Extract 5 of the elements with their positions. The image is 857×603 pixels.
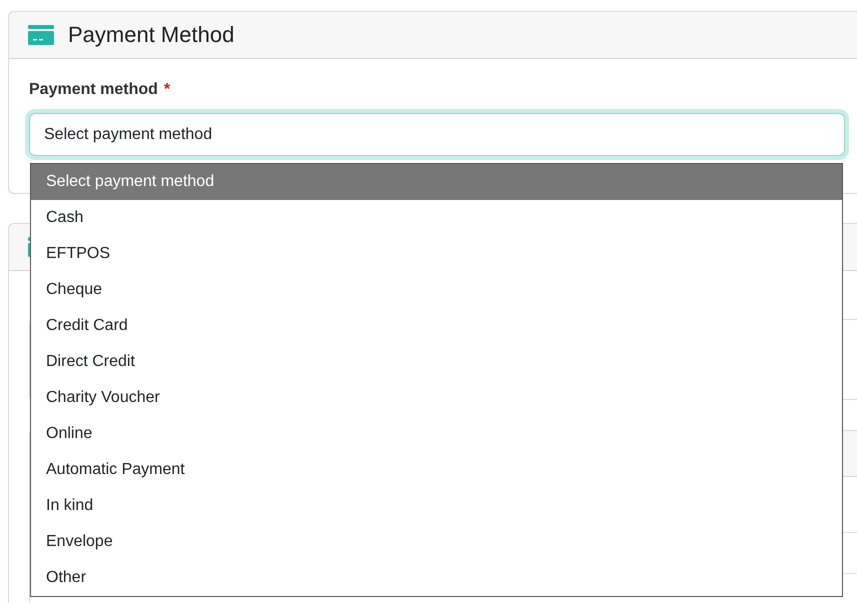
credit-card-icon — [28, 25, 54, 45]
card-title: Payment Method — [68, 21, 234, 49]
dropdown-option[interactable]: Select payment method — [31, 164, 842, 200]
required-mark: * — [164, 80, 170, 100]
field-label: Payment method — [29, 80, 158, 100]
